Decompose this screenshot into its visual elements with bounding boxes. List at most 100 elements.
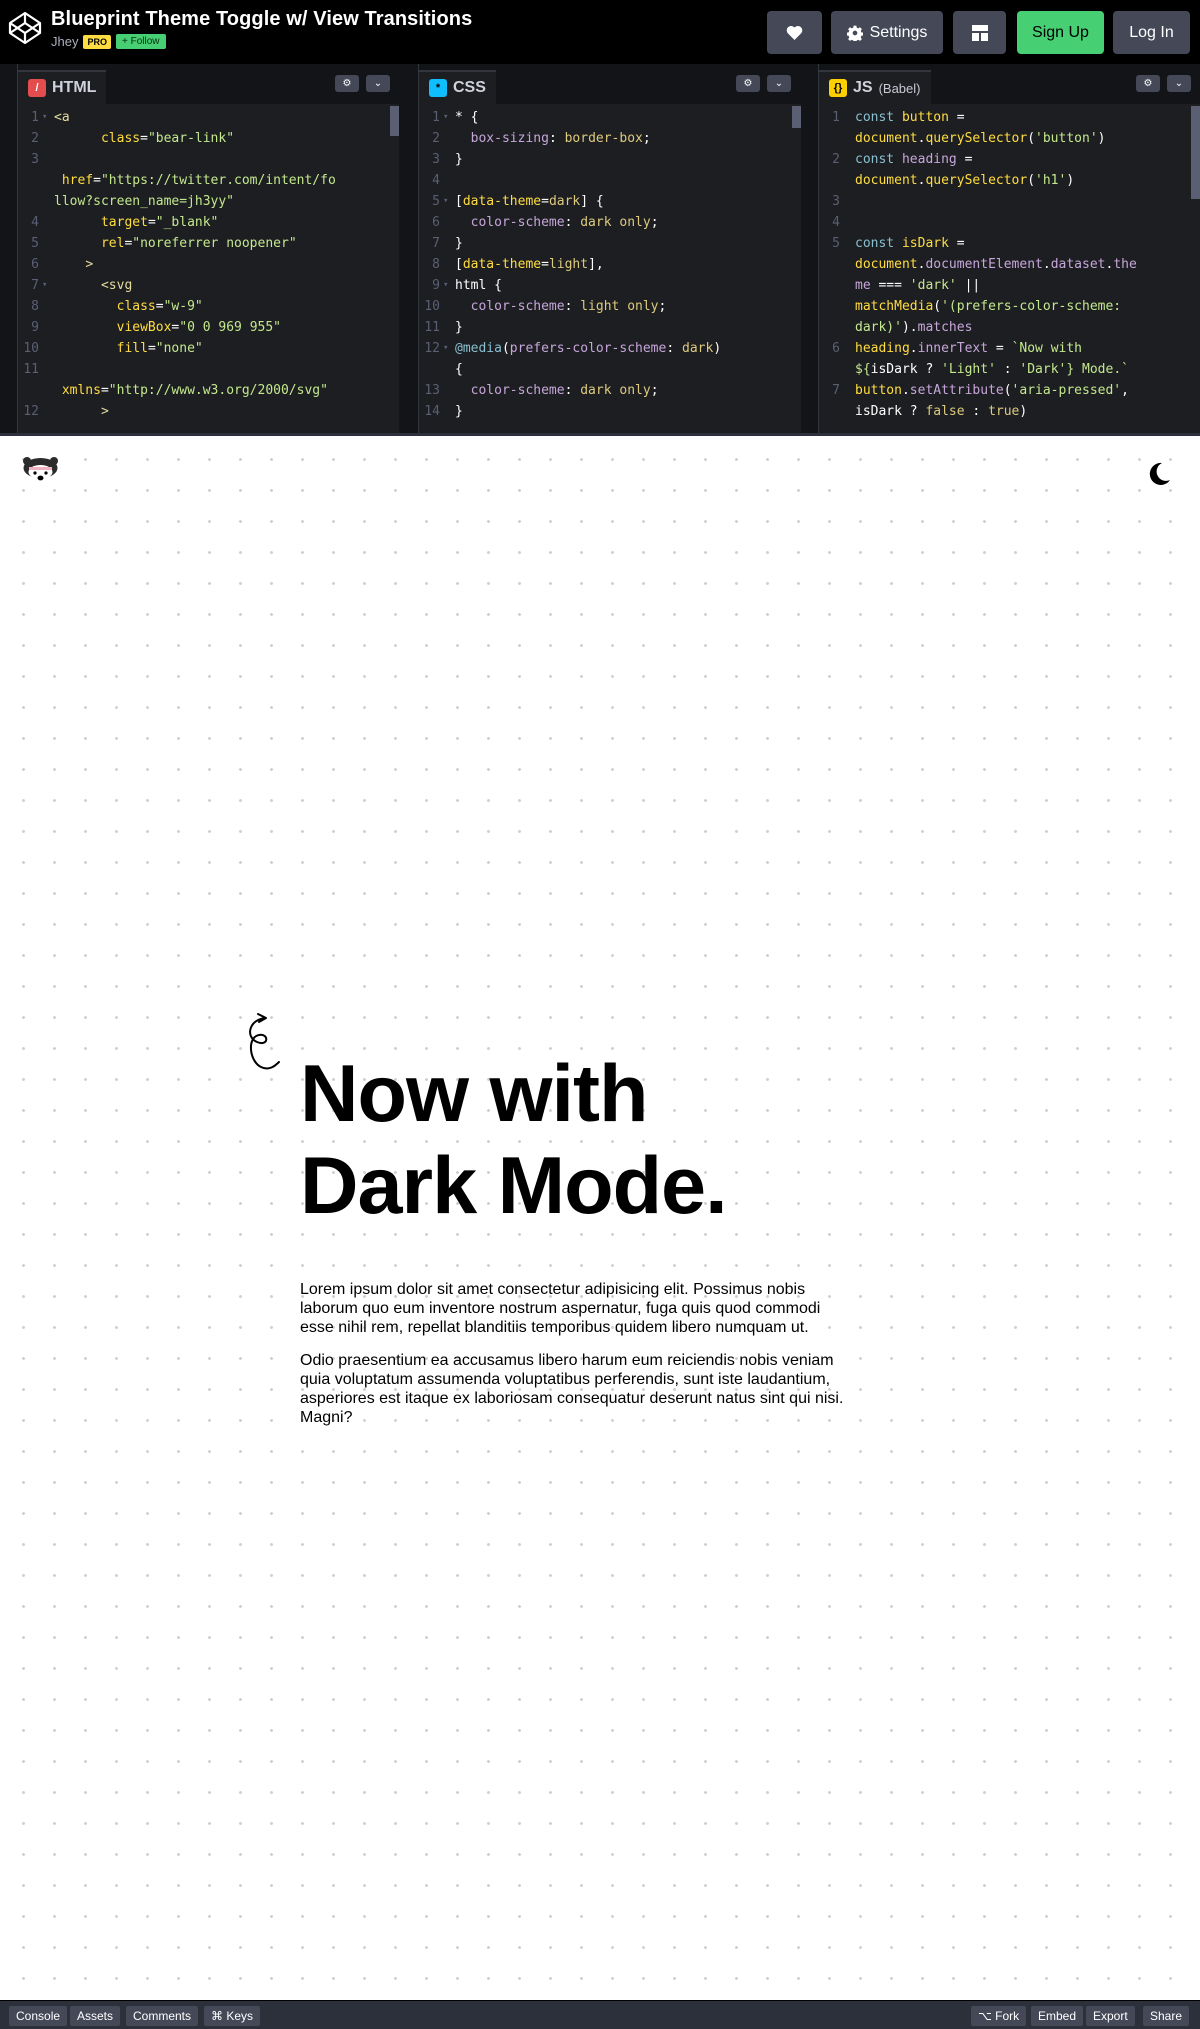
author-link[interactable]: Jhey [51, 34, 78, 49]
code-token: > [85, 257, 94, 272]
fold-toggle-icon [843, 401, 855, 422]
result-preview: Now with Dark Mode. Lorem ipsum dolor si… [0, 436, 1200, 2000]
css-tab[interactable]: * CSS [419, 70, 496, 104]
js-code[interactable]: 1 const button = document. querySelector('b… [819, 106, 1200, 433]
line-number: 2 [832, 152, 840, 167]
fold-toggle-icon [843, 149, 855, 170]
fold-toggle-icon [42, 170, 54, 191]
code-line: document. documentElement. dataset. the [819, 254, 1200, 275]
log-in-button[interactable]: Log In [1113, 11, 1190, 54]
js-icon: {} [829, 79, 847, 97]
code-token: '(prefers-color-scheme: [941, 299, 1122, 314]
code-token: rel [100, 236, 125, 251]
fold-toggle-icon[interactable]: ▾ [443, 275, 455, 296]
fold-toggle-icon[interactable]: ▾ [42, 107, 54, 128]
fold-toggle-icon [42, 149, 54, 170]
keys-button[interactable]: ⌘ Keys [204, 2006, 261, 2026]
bear-logo-icon[interactable] [22, 456, 59, 486]
code-line: 2 const heading = [819, 149, 1200, 170]
js-tab[interactable]: {} JS (Babel) [819, 70, 931, 104]
code-token: ) [1066, 173, 1075, 188]
line-number: 4 [832, 215, 840, 230]
js-settings-button[interactable]: ⚙ [1136, 75, 1160, 92]
follow-button[interactable]: + Follow [115, 34, 166, 49]
share-button[interactable]: Share [1143, 2006, 1190, 2026]
fold-toggle-icon [843, 338, 855, 359]
line-number: 2 [432, 131, 440, 146]
export-button[interactable]: Export [1086, 2006, 1135, 2026]
code-token: href [61, 173, 94, 188]
gear-icon: ⚙ [1143, 78, 1153, 89]
assets-button[interactable]: Assets [70, 2006, 121, 2026]
code-token: false [925, 404, 965, 419]
fold-toggle-icon [42, 338, 54, 359]
fold-toggle-icon[interactable]: ▾ [443, 191, 455, 212]
line-number: 8 [31, 299, 39, 314]
code-token: xmlns [61, 383, 101, 398]
change-view-button[interactable] [953, 11, 1006, 54]
code-token: [ [455, 257, 463, 272]
code-token: light only [580, 299, 659, 314]
html-settings-button[interactable]: ⚙ [335, 75, 359, 92]
code-token: data-theme [462, 194, 542, 209]
code-line: 7} [419, 233, 801, 254]
code-token: class [116, 299, 156, 314]
fork-button[interactable]: ⌥ Fork [971, 2006, 1027, 2026]
code-token: { [455, 362, 463, 377]
code-token: matchMedia [855, 299, 934, 314]
code-token: "_blank" [155, 215, 219, 230]
line-number [18, 380, 42, 401]
code-token: ( [933, 299, 942, 314]
code-line: isDark ? false : true) [819, 401, 1200, 422]
fold-toggle-icon[interactable]: ▾ [443, 338, 455, 359]
css-collapse-button[interactable]: ⌄ [767, 75, 791, 92]
pen-title[interactable]: Blueprint Theme Toggle w/ View Transitio… [51, 8, 472, 31]
code-token: ) [1097, 131, 1106, 146]
fold-toggle-icon[interactable]: ▾ [42, 275, 54, 296]
fold-toggle-icon [443, 401, 455, 422]
code-token: ${ [855, 362, 871, 377]
code-token: const [855, 110, 902, 125]
fold-toggle-icon[interactable]: ▾ [443, 107, 455, 128]
settings-button[interactable]: Settings [831, 11, 943, 54]
code-line: me === 'dark' || [819, 275, 1200, 296]
code-token: border-box [564, 131, 643, 146]
codepen-logo-icon[interactable] [7, 10, 43, 46]
html-code[interactable]: 1 ▾ <a 2 class = "bear-link" 3 href = "https://t… [18, 106, 399, 433]
html-tab[interactable]: / HTML [18, 70, 107, 104]
code-token: = [147, 341, 156, 356]
sign-up-button[interactable]: Sign Up [1017, 11, 1104, 54]
code-token: ( [501, 341, 510, 356]
code-token: color-scheme [470, 215, 565, 230]
code-token: === [870, 278, 910, 293]
line-number: 13 [424, 383, 440, 398]
html-collapse-button[interactable]: ⌄ [366, 75, 390, 92]
code-line: 4 target = "_blank" [18, 212, 399, 233]
code-token: 'Dark' [1019, 362, 1067, 377]
embed-button[interactable]: Embed [1031, 2006, 1084, 2026]
code-token: } [455, 236, 463, 251]
line-number: 7 [832, 383, 840, 398]
fold-toggle-icon [443, 233, 455, 254]
code-line: 14} [419, 401, 801, 422]
moon-icon[interactable] [1146, 461, 1172, 487]
console-button[interactable]: Console [9, 2006, 68, 2026]
fold-toggle-icon [42, 359, 54, 380]
line-number: 5 [832, 236, 840, 251]
line-number [819, 401, 843, 422]
code-line: 5 const isDark = [819, 233, 1200, 254]
like-button[interactable] [767, 11, 822, 54]
code-line: 7 button. setAttribute('aria-pressed', [819, 380, 1200, 401]
html-scrollbar[interactable] [390, 106, 399, 136]
css-code[interactable]: 1 ▾ * {2 box-sizing: border-box; 3} 4 5 ▾[data… [419, 106, 801, 433]
js-scrollbar[interactable] [1191, 106, 1200, 199]
code-token: document [855, 131, 918, 146]
css-settings-button[interactable]: ⚙ [736, 75, 760, 92]
fold-toggle-icon [42, 191, 54, 212]
code-token: dark only [580, 215, 651, 230]
code-token: 'dark' [909, 278, 957, 293]
css-scrollbar[interactable] [792, 106, 801, 128]
js-collapse-button[interactable]: ⌄ [1167, 75, 1191, 92]
code-token: document [855, 257, 918, 272]
comments-button[interactable]: Comments [126, 2006, 199, 2026]
